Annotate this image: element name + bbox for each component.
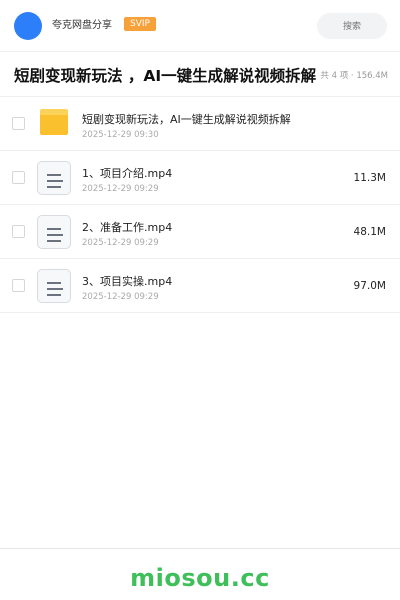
username[interactable]: 夸克网盘分享 xyxy=(52,19,112,33)
item-name[interactable]: 2、准备工作.mp4 xyxy=(82,220,172,235)
list-item[interactable]: 3、项目实操.mp4 2025-12-29 09:29 97.0M xyxy=(0,259,400,313)
share-title-bar: 短剧变现新玩法 ，AI一键生成解说视频拆解 共 4 项 · 156.4M xyxy=(0,53,400,97)
folder-icon xyxy=(40,109,68,135)
item-name[interactable]: 1、项目介绍.mp4 xyxy=(82,166,172,181)
search-input[interactable] xyxy=(317,13,387,39)
svip-badge: SVIP xyxy=(124,17,156,31)
item-date: 2025-12-29 09:29 xyxy=(82,292,159,302)
page-title: 短剧变现新玩法 ，AI一键生成解说视频拆解 xyxy=(14,67,317,85)
list-item[interactable]: 短剧变现新玩法，AI一键生成解说视频拆解 2025-12-29 09:30 xyxy=(0,97,400,151)
video-file-icon xyxy=(37,161,71,195)
item-summary: 共 4 项 · 156.4M xyxy=(320,71,388,81)
select-checkbox[interactable] xyxy=(12,117,25,130)
list-item[interactable]: 1、项目介绍.mp4 2025-12-29 09:29 11.3M xyxy=(0,151,400,205)
select-checkbox[interactable] xyxy=(12,279,25,292)
select-checkbox[interactable] xyxy=(12,171,25,184)
video-file-icon xyxy=(37,269,71,303)
avatar[interactable] xyxy=(14,12,42,40)
top-header: 夸克网盘分享 SVIP xyxy=(0,0,400,52)
item-name[interactable]: 3、项目实操.mp4 xyxy=(82,274,172,289)
item-name[interactable]: 短剧变现新玩法，AI一键生成解说视频拆解 xyxy=(82,112,291,127)
video-file-icon xyxy=(37,215,71,249)
footer-bar: miosou.cc xyxy=(0,548,400,600)
item-size: 11.3M xyxy=(353,172,386,184)
footer-brand[interactable]: miosou.cc xyxy=(0,563,400,593)
item-date: 2025-12-29 09:29 xyxy=(82,238,159,248)
list-item[interactable]: 2、准备工作.mp4 2025-12-29 09:29 48.1M xyxy=(0,205,400,259)
item-size: 48.1M xyxy=(353,226,386,238)
item-date: 2025-12-29 09:29 xyxy=(82,184,159,194)
item-date: 2025-12-29 09:30 xyxy=(82,130,159,140)
select-checkbox[interactable] xyxy=(12,225,25,238)
item-size: 97.0M xyxy=(353,280,386,292)
